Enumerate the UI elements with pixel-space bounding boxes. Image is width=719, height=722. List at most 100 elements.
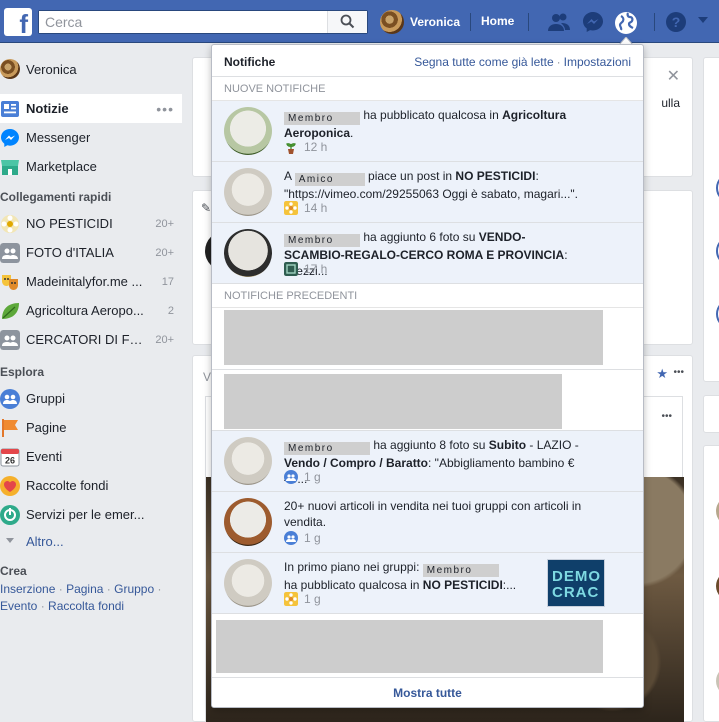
notification-action: ha pubblicato qualcosa in: [284, 578, 423, 592]
feed-partial-v: V: [203, 370, 212, 384]
notification-text: 20+ nuovi articoli in vendita nei tuoi g…: [284, 499, 582, 529]
redacted-name: Membro: [284, 442, 370, 455]
notification-action: ha aggiunto 6 foto su: [360, 230, 479, 244]
create-page-link[interactable]: Pagina: [66, 582, 103, 596]
messenger-icon[interactable]: [581, 10, 605, 34]
search-input[interactable]: [39, 11, 329, 33]
friend-requests-icon[interactable]: [547, 10, 571, 34]
notification-action: ha aggiunto 8 foto su: [370, 438, 489, 452]
group-name: Subito: [488, 438, 527, 452]
search-button[interactable]: [327, 11, 367, 33]
sidebar-item-notizie[interactable]: Notizie •••: [0, 94, 182, 123]
shortcut-count: 20+: [155, 217, 174, 230]
notification-text: A Amico piace un post in NO PESTICIDI: "…: [284, 168, 583, 202]
sidebar-item-label: Gruppi: [26, 391, 66, 406]
shortcut-count: 20+: [155, 246, 174, 259]
profile-link[interactable]: Veronica: [380, 9, 460, 35]
notification-item[interactable]: Membro ha aggiunto 6 foto su VENDO-SCAMB…: [212, 223, 643, 284]
redacted-block: [216, 620, 603, 673]
see-more-link[interactable]: Altro...: [0, 529, 182, 553]
flower-icon: [284, 201, 298, 215]
create-ad-link[interactable]: Inserzione: [0, 582, 55, 596]
shortcut-item[interactable]: CERCATORI DI FU... 20+: [0, 325, 182, 354]
create-fundraiser-link[interactable]: Raccolta fondi: [48, 599, 124, 613]
more-options-icon[interactable]: •••: [673, 367, 684, 378]
shortcut-item[interactable]: Madeinitalyfor.me ... 17: [0, 267, 182, 296]
notification-time: 1 g: [304, 531, 321, 545]
help-icon[interactable]: ?: [664, 10, 688, 34]
notification-item[interactable]: In primo piano nei gruppi: Membro ha pubb…: [212, 553, 643, 614]
flag-icon: [2, 418, 18, 437]
divider: [470, 13, 471, 31]
more-options-icon[interactable]: •••: [661, 411, 672, 422]
redacted-name: Membro: [284, 112, 360, 125]
avatar: [224, 107, 272, 155]
notification-item[interactable]: Membro ha aggiunto 8 foto su Subito - LA…: [212, 431, 643, 492]
notification-text: Membro ha pubblicato qualcosa in Agricol…: [284, 107, 583, 141]
theatre-masks-icon: [2, 274, 18, 290]
close-icon[interactable]: ✕: [667, 66, 680, 86]
notification-item-redacted[interactable]: [212, 370, 643, 431]
star-icon[interactable]: ★: [656, 366, 668, 382]
separator: ·: [40, 599, 45, 613]
notification-item[interactable]: Membro ha pubblicato qualcosa in Agricol…: [212, 101, 643, 162]
avatar: [224, 229, 272, 277]
avatar: [380, 10, 404, 34]
sidebar-item-label: Marketplace: [26, 159, 97, 174]
left-navigation: Veronica Notizie ••• Messenger Marketpla…: [0, 55, 182, 615]
flower-icon: [284, 592, 298, 606]
profile-name: Veronica: [410, 15, 461, 29]
facebook-logo[interactable]: f: [4, 8, 32, 36]
sidebar-item-servizi-emergenza[interactable]: Servizi per le emer...: [0, 500, 182, 529]
sidebar-item-gruppi[interactable]: Gruppi: [0, 384, 182, 413]
shortcut-item[interactable]: FOTO d'ITALIA 20+: [0, 238, 182, 267]
group-icon: [284, 531, 298, 545]
sidebar-item-label: Messenger: [26, 130, 91, 145]
sidebar-item-eventi[interactable]: 26 Eventi: [0, 442, 182, 471]
notification-item-redacted[interactable]: [212, 308, 643, 370]
globe-icon: [615, 12, 637, 34]
divider: [528, 13, 529, 31]
shortcut-item[interactable]: Agricoltura Aeropo... 2: [0, 296, 182, 325]
notification-text: Membro ha aggiunto 8 foto su Subito - LA…: [284, 437, 583, 487]
notification-meta: 1 g: [284, 531, 321, 545]
separator: ·: [106, 582, 111, 596]
settings-link[interactable]: Impostazioni: [564, 55, 631, 69]
right-card: [703, 445, 719, 722]
sidebar-item-label: Pagine: [26, 420, 67, 435]
account-menu-icon[interactable]: [697, 14, 709, 26]
notification-item[interactable]: 20+ nuovi articoli in vendita nei tuoi g…: [212, 492, 643, 553]
search-box: [38, 10, 368, 34]
fundraiser-heart-icon: [0, 475, 20, 496]
post-thumbnail[interactable]: DEMO CRAC: [547, 559, 605, 607]
create-event-link[interactable]: Evento: [0, 599, 37, 613]
section-heading-new: NUOVE NOTIFICHE: [212, 77, 643, 101]
home-link[interactable]: Home: [481, 14, 514, 28]
sidebar-item-raccolte-fondi[interactable]: Raccolte fondi: [0, 471, 182, 500]
separator: ·: [157, 582, 162, 596]
notifications-header: Notifiche Segna tutte come già lette · Imp…: [212, 45, 643, 77]
notification-time: 1 g: [304, 592, 321, 606]
notification-item-redacted[interactable]: [212, 614, 643, 684]
sidebar-item-messenger[interactable]: Messenger: [0, 123, 182, 152]
notification-item[interactable]: A Amico piace un post in NO PESTICIDI: "…: [212, 162, 643, 223]
mark-all-read-link[interactable]: Segna tutte come già lette: [414, 55, 553, 69]
notifications-button[interactable]: [612, 6, 640, 36]
notification-time: 1 g: [304, 470, 321, 484]
pencil-icon: ✎: [201, 201, 212, 215]
more-options-icon[interactable]: •••: [156, 101, 174, 117]
plant-icon: [286, 143, 296, 154]
divider: [654, 13, 655, 31]
right-card: [703, 395, 719, 433]
shortcut-item[interactable]: NO PESTICIDI 20+: [0, 209, 182, 238]
sidebar-item-pagine[interactable]: Pagine: [0, 413, 182, 442]
group-icon: [0, 329, 20, 350]
shortcut-label: CERCATORI DI FU...: [26, 332, 148, 347]
show-all-link[interactable]: Mostra tutte: [212, 677, 643, 707]
create-group-link[interactable]: Gruppo: [114, 582, 154, 596]
sidebar-item-marketplace[interactable]: Marketplace: [0, 152, 182, 181]
profile-shortcut[interactable]: Veronica: [0, 55, 182, 83]
svg-text:26: 26: [5, 455, 15, 465]
notification-meta: 17 h: [284, 262, 327, 276]
avatar: [224, 498, 272, 546]
